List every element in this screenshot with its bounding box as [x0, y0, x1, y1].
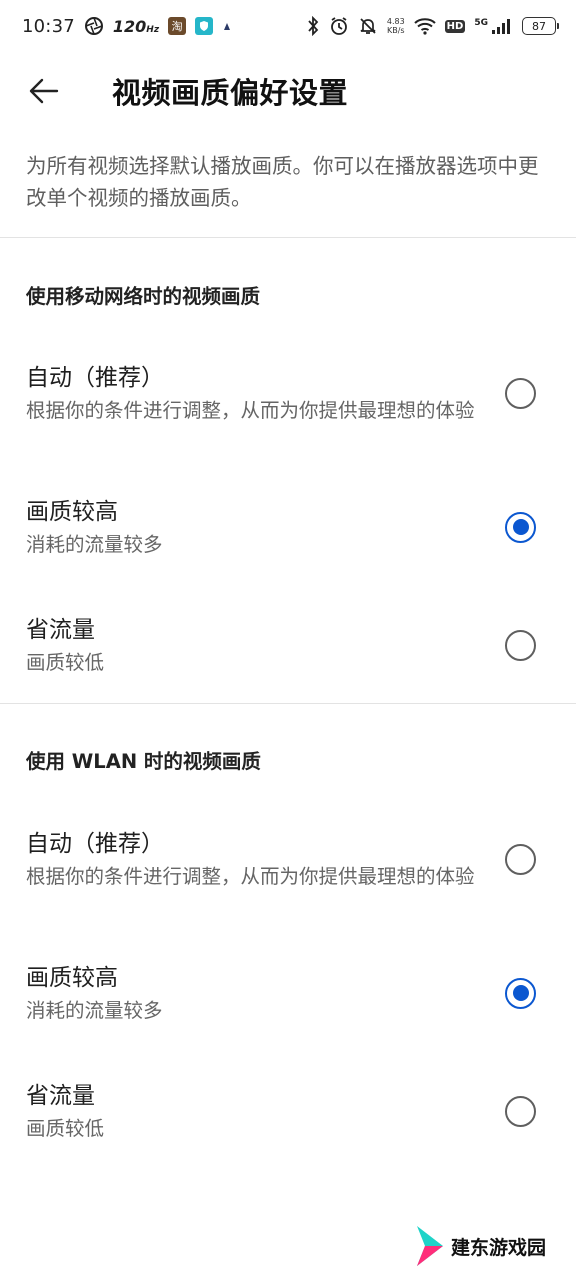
option-label: 自动（推荐） — [26, 364, 164, 391]
battery-level: 87 — [532, 19, 546, 33]
network-speed: 4.83 KB/s — [387, 17, 405, 35]
settings-screen: 10:37 120Hz 淘 4.83 KB/s HD 5G 87 视频画质偏好设… — [0, 0, 576, 1280]
notification-dot-icon — [222, 21, 232, 31]
option-description: 画质较低 — [26, 1116, 105, 1140]
option-description: 根据你的条件进行调整，从而为你提供最理想的体验 — [26, 398, 475, 422]
app-bar: 视频画质偏好设置 — [0, 52, 576, 130]
divider — [0, 237, 576, 238]
back-button[interactable] — [14, 61, 74, 121]
option-description: 消耗的流量较多 — [26, 998, 163, 1022]
status-bar: 10:37 120Hz 淘 4.83 KB/s HD 5G 87 — [0, 0, 576, 52]
wifi-icon — [413, 17, 436, 35]
battery-icon: 87 — [522, 17, 559, 35]
option-label: 画质较高 — [26, 498, 118, 525]
option-text: 省流量 画质较低 — [26, 1079, 476, 1144]
hd-voice-badge: HD — [444, 19, 466, 33]
option-text: 画质较高 消耗的流量较多 — [26, 961, 476, 1026]
camera-shutter-icon — [84, 16, 104, 36]
section-title-wlan: 使用 WLAN 时的视频画质 — [26, 750, 261, 773]
bluetooth-icon — [306, 16, 320, 36]
status-bar-right: 4.83 KB/s HD 5G 87 — [306, 16, 559, 36]
option-text: 省流量 画质较低 — [26, 613, 476, 678]
radio-button[interactable] — [505, 629, 536, 661]
arrow-left-icon — [29, 78, 59, 104]
status-bar-left: 10:37 120Hz 淘 — [22, 16, 232, 37]
page-description: 为所有视频选择默认播放画质。你可以在播放器选项中更改单个视频的播放画质。 — [26, 154, 539, 210]
refresh-rate-value: 120 — [112, 16, 147, 36]
option-wlan-auto[interactable]: 自动（推荐） 根据你的条件进行调整，从而为你提供最理想的体验 — [0, 809, 576, 909]
refresh-rate-indicator: 120Hz — [113, 17, 159, 36]
alarm-icon — [329, 16, 349, 36]
page-title: 视频画质偏好设置 — [112, 76, 349, 110]
option-mobile-datasaver[interactable]: 省流量 画质较低 — [0, 612, 576, 678]
radio-button-selected[interactable] — [505, 977, 536, 1009]
option-mobile-high[interactable]: 画质较高 消耗的流量较多 — [0, 494, 576, 560]
radio-button[interactable] — [505, 843, 536, 875]
option-text: 自动（推荐） 根据你的条件进行调整，从而为你提供最理想的体验 — [26, 827, 476, 892]
option-label: 自动（推荐） — [26, 830, 164, 857]
shield-app-icon — [195, 17, 214, 35]
watermark-logo-icon — [416, 1226, 443, 1266]
clock: 10:37 — [22, 15, 75, 37]
option-label: 省流量 — [26, 1082, 95, 1109]
divider — [0, 703, 576, 704]
signal-icon — [491, 17, 513, 35]
network-speed-unit: KB/s — [386, 26, 405, 35]
section-title-mobile: 使用移动网络时的视频画质 — [26, 285, 261, 308]
option-description: 画质较低 — [26, 650, 105, 674]
option-wlan-datasaver[interactable]: 省流量 画质较低 — [0, 1078, 576, 1144]
option-description: 根据你的条件进行调整，从而为你提供最理想的体验 — [26, 864, 475, 888]
radio-button[interactable] — [505, 377, 536, 409]
option-description: 消耗的流量较多 — [26, 532, 163, 556]
option-label: 画质较高 — [26, 964, 118, 991]
option-text: 画质较高 消耗的流量较多 — [26, 495, 476, 560]
silent-icon — [358, 16, 378, 36]
network-speed-value: 4.83 — [386, 17, 405, 26]
network-type: 5G — [474, 18, 488, 28]
option-label: 省流量 — [26, 616, 95, 643]
watermark: 建东游戏园 — [413, 1224, 546, 1268]
radio-button-selected[interactable] — [505, 511, 536, 543]
taobao-app-icon: 淘 — [168, 17, 187, 35]
radio-button[interactable] — [505, 1095, 536, 1127]
watermark-text: 建东游戏园 — [450, 1236, 546, 1259]
refresh-rate-unit: Hz — [146, 24, 160, 35]
option-mobile-auto[interactable]: 自动（推荐） 根据你的条件进行调整，从而为你提供最理想的体验 — [0, 343, 576, 443]
option-wlan-high[interactable]: 画质较高 消耗的流量较多 — [0, 960, 576, 1026]
option-text: 自动（推荐） 根据你的条件进行调整，从而为你提供最理想的体验 — [26, 361, 476, 426]
